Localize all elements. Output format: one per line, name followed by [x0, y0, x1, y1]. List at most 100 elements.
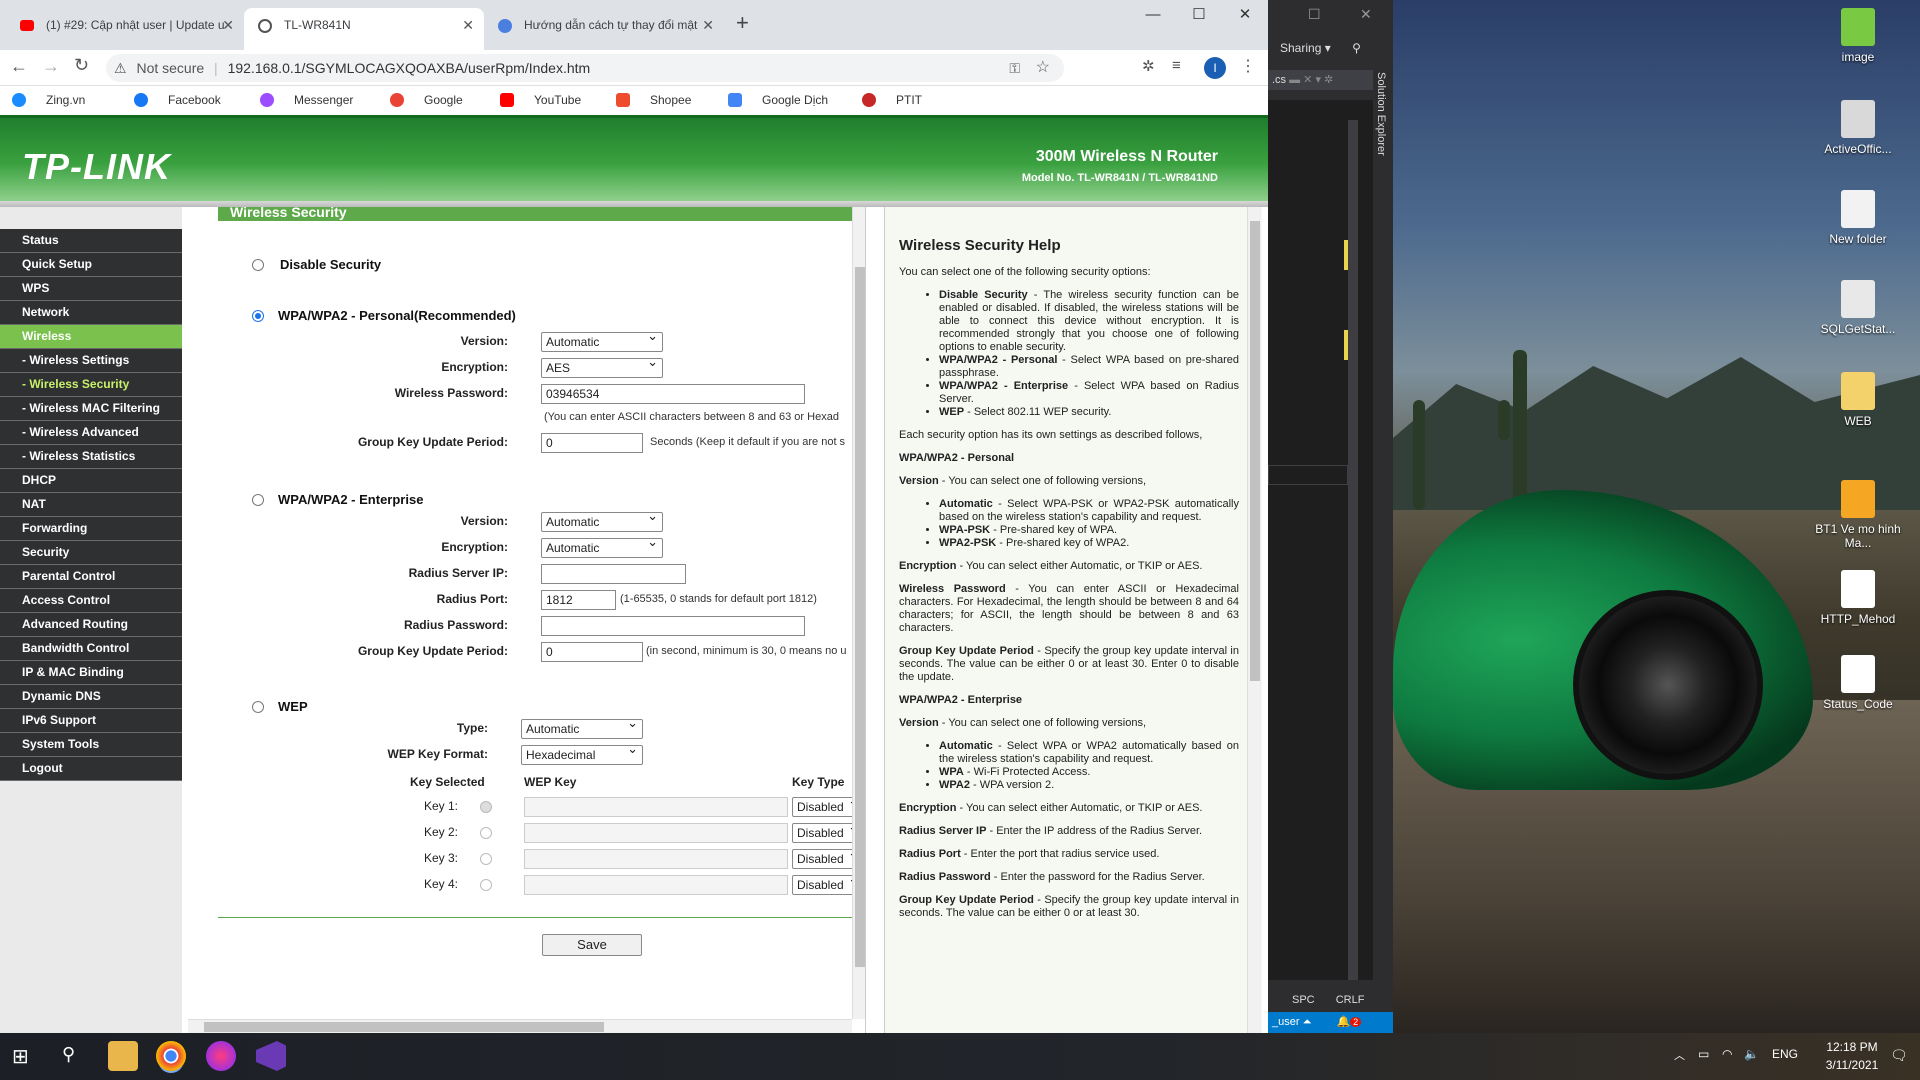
vs-crlf[interactable]: CRLF — [1336, 994, 1365, 1006]
enterprise-gkup-input[interactable]: 0 — [541, 642, 643, 662]
tab-close-icon[interactable]: ✕ — [462, 8, 474, 42]
wep-key-input[interactable] — [524, 797, 788, 817]
tab-youtube[interactable]: (1) #29: Cập nhật user | Update u ✕ — [6, 8, 244, 50]
vs-notification-icon[interactable]: 🔔 — [1336, 1016, 1350, 1028]
menu-item[interactable]: - Wireless Statistics — [0, 445, 182, 469]
radius-port-input[interactable]: 1812 — [541, 590, 616, 610]
menu-item[interactable]: Security — [0, 541, 182, 565]
close-button[interactable]: ✕ — [1222, 0, 1268, 32]
vs-spc[interactable]: SPC — [1292, 994, 1315, 1006]
bookmark-shopee[interactable]: Shopee — [616, 93, 691, 107]
vs-scrollbar[interactable] — [1348, 120, 1358, 980]
extensions-icon[interactable]: ✲ — [1142, 57, 1155, 75]
personal-gkup-input[interactable]: 0 — [541, 433, 643, 453]
desktop-icon[interactable]: New folder — [1813, 190, 1903, 246]
wep-format-select[interactable]: Hexadecimal — [521, 742, 643, 765]
menu-item[interactable]: Access Control — [0, 589, 182, 613]
bookmark-youtube[interactable]: YouTube — [500, 93, 581, 107]
bookmark-google-dich[interactable]: Google Dịch — [728, 93, 828, 107]
bookmark-facebook[interactable]: Facebook — [134, 93, 221, 107]
back-icon[interactable]: ← — [10, 56, 28, 77]
desktop-icon[interactable]: Status_Code — [1813, 655, 1903, 711]
battery-icon[interactable]: ▭ — [1698, 1047, 1709, 1061]
personal-encryption-select[interactable]: AES — [541, 355, 663, 378]
bookmark-zing[interactable]: Zing.vn — [12, 93, 85, 107]
maximize-button[interactable]: ☐ — [1176, 0, 1222, 32]
menu-item[interactable]: Quick Setup — [0, 253, 182, 277]
menu-item[interactable]: DHCP — [0, 469, 182, 493]
save-button[interactable]: Save — [542, 934, 642, 956]
search-icon[interactable]: ⚲ — [62, 1044, 75, 1065]
wep-key-input[interactable] — [524, 849, 788, 869]
menu-item[interactable]: Network — [0, 301, 182, 325]
menu-item[interactable]: WPS — [0, 277, 182, 301]
bookmark-messenger[interactable]: Messenger — [260, 93, 353, 107]
bookmark-google[interactable]: Google — [390, 93, 463, 107]
menu-item[interactable]: NAT — [0, 493, 182, 517]
star-icon[interactable]: ☆ — [1036, 54, 1050, 82]
radius-server-input[interactable] — [541, 564, 686, 584]
tab-close-icon[interactable]: ✕ — [702, 8, 714, 42]
language-indicator[interactable]: ENG — [1772, 1047, 1798, 1061]
tray-chevron-icon[interactable]: ︿ — [1674, 1047, 1685, 1063]
desktop-icon[interactable]: HTTP_Mehod — [1813, 570, 1903, 626]
wep-key-select-radio[interactable] — [480, 801, 492, 813]
vs-doc-tab[interactable]: .cs ▬ ✕ ▾ ✲ — [1268, 70, 1373, 90]
content-hscrollbar[interactable] — [188, 1019, 852, 1033]
menu-item[interactable]: IP & MAC Binding — [0, 661, 182, 685]
minimize-button[interactable]: — — [1130, 0, 1176, 32]
windows-start-icon[interactable]: ⊞ — [12, 1044, 29, 1069]
menu-item[interactable]: Wireless — [0, 325, 182, 349]
wireless-password-input[interactable]: 03946534 — [541, 384, 805, 404]
desktop-icon[interactable]: SQLGetStat... — [1813, 280, 1903, 336]
menu-item[interactable]: - Wireless Advanced — [0, 421, 182, 445]
media-icon[interactable]: ≡ — [1172, 57, 1181, 74]
menu-item[interactable]: Advanced Routing — [0, 613, 182, 637]
vs-sharing-button[interactable]: Sharing — [1280, 41, 1321, 55]
content-hscroll-thumb[interactable] — [204, 1022, 604, 1032]
menu-item[interactable]: - Wireless Settings — [0, 349, 182, 373]
menu-item[interactable]: Bandwidth Control — [0, 637, 182, 661]
wep-key-select-radio[interactable] — [480, 853, 492, 865]
security-label[interactable]: Not secure — [136, 60, 204, 76]
radius-password-input[interactable] — [541, 616, 805, 636]
bookmark-ptit[interactable]: PTIT — [862, 93, 922, 107]
wpa-enterprise-radio[interactable] — [252, 494, 264, 506]
menu-item[interactable]: System Tools — [0, 733, 182, 757]
address-bar[interactable]: ⚠ Not secure | 192.168.0.1/SGYMLOCAGXQOA… — [106, 54, 1064, 82]
clock-time[interactable]: 12:18 PM — [1822, 1040, 1882, 1054]
visual-studio-taskbar-icon[interactable] — [256, 1041, 286, 1071]
menu-item[interactable]: Logout — [0, 757, 182, 781]
vs-feedback-icon[interactable]: ⚲ — [1352, 41, 1361, 55]
menu-item[interactable]: Dynamic DNS — [0, 685, 182, 709]
desktop-icon[interactable]: WEB — [1813, 372, 1903, 428]
menu-item[interactable]: Parental Control — [0, 565, 182, 589]
disable-security-radio[interactable] — [252, 259, 264, 271]
tab-router[interactable]: TL-WR841N ✕ — [244, 8, 484, 50]
file-explorer-icon[interactable] — [108, 1041, 138, 1071]
wep-radio[interactable] — [252, 701, 264, 713]
wep-type-select[interactable]: Automatic — [521, 716, 643, 739]
reload-icon[interactable]: ↻ — [74, 55, 89, 76]
vs-solution-explorer-strip[interactable]: Solution Explorer — [1373, 60, 1393, 980]
menu-item[interactable]: Status — [0, 229, 182, 253]
wpa-personal-radio[interactable] — [252, 310, 264, 322]
menu-item[interactable]: - Wireless MAC Filtering — [0, 397, 182, 421]
vs-user-branch[interactable]: _user — [1272, 1016, 1300, 1028]
messenger-taskbar-icon[interactable] — [206, 1041, 236, 1071]
url-text[interactable]: 192.168.0.1/SGYMLOCAGXQOAXBA/userRpm/Ind… — [228, 60, 591, 76]
tab-close-icon[interactable]: ✕ — [222, 8, 234, 42]
desktop-icon[interactable]: ActiveOffic... — [1813, 100, 1903, 156]
desktop-icon[interactable]: BT1 Ve mo hinh Ma... — [1813, 480, 1903, 550]
clock-date[interactable]: 3/11/2021 — [1822, 1058, 1882, 1072]
wifi-icon[interactable]: ◠ — [1722, 1047, 1732, 1061]
profile-avatar[interactable]: I — [1204, 57, 1226, 79]
forward-icon[interactable]: → — [42, 56, 60, 77]
content-scroll-thumb[interactable] — [855, 267, 865, 967]
desktop-icon[interactable]: image — [1813, 8, 1903, 64]
vs-close-icon[interactable]: ✕ — [1360, 6, 1372, 23]
content-scrollbar[interactable] — [852, 207, 865, 1019]
wep-key-select-radio[interactable] — [480, 827, 492, 839]
wep-key-input[interactable] — [524, 875, 788, 895]
vs-maximize-icon[interactable]: ☐ — [1308, 6, 1321, 23]
